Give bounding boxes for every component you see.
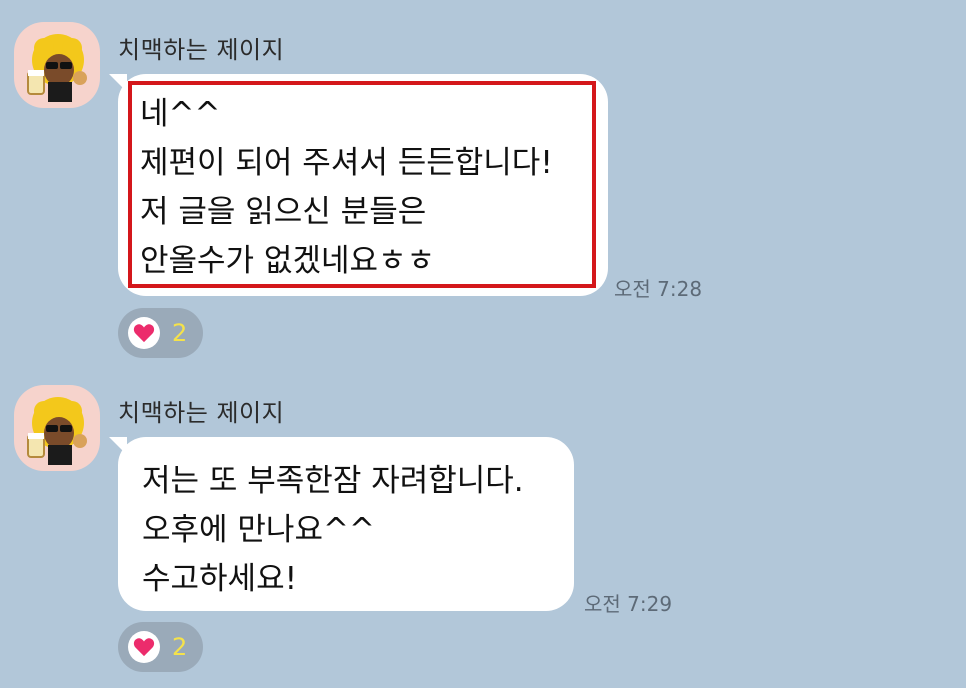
message-line: 수고하세요! <box>142 561 298 597</box>
reaction-count: 2 <box>172 633 188 661</box>
message-line: 안올수가 없겠네요ㅎㅎ <box>140 243 436 279</box>
sender-name: 치맥하는 제이지 <box>118 399 285 427</box>
profile-avatar[interactable] <box>14 385 100 471</box>
message-line: 오후에 만나요^^ <box>142 512 375 548</box>
message-bubble[interactable]: 저는 또 부족한잠 자려합니다. 오후에 만나요^^ 수고하세요! <box>109 437 574 611</box>
message-timestamp: 오전 7:28 <box>614 277 703 301</box>
sender-name: 치맥하는 제이지 <box>118 36 285 64</box>
heart-icon <box>128 631 160 663</box>
message-text: 저는 또 부족한잠 자려합니다. 오후에 만나요^^ 수고하세요! <box>142 457 524 604</box>
reaction-badge[interactable]: 2 <box>118 308 204 358</box>
message-line: 제편이 되어 주셔서 든든합니다! <box>140 145 553 181</box>
reaction-count: 2 <box>172 319 188 347</box>
message-bubble[interactable]: 네^^ 제편이 되어 주셔서 든든합니다! 저 글을 읽으신 분들은 안올수가 … <box>109 74 608 296</box>
message-text: 네^^ 제편이 되어 주셔서 든든합니다! 저 글을 읽으신 분들은 안올수가 … <box>140 90 553 286</box>
message-line: 네^^ <box>140 96 221 132</box>
profile-avatar[interactable] <box>14 22 100 108</box>
message-timestamp: 오전 7:29 <box>584 592 673 616</box>
reaction-badge[interactable]: 2 <box>118 622 204 672</box>
heart-icon <box>128 317 160 349</box>
message-line: 저는 또 부족한잠 자려합니다. <box>142 463 524 499</box>
message-line: 저 글을 읽으신 분들은 <box>140 194 427 230</box>
